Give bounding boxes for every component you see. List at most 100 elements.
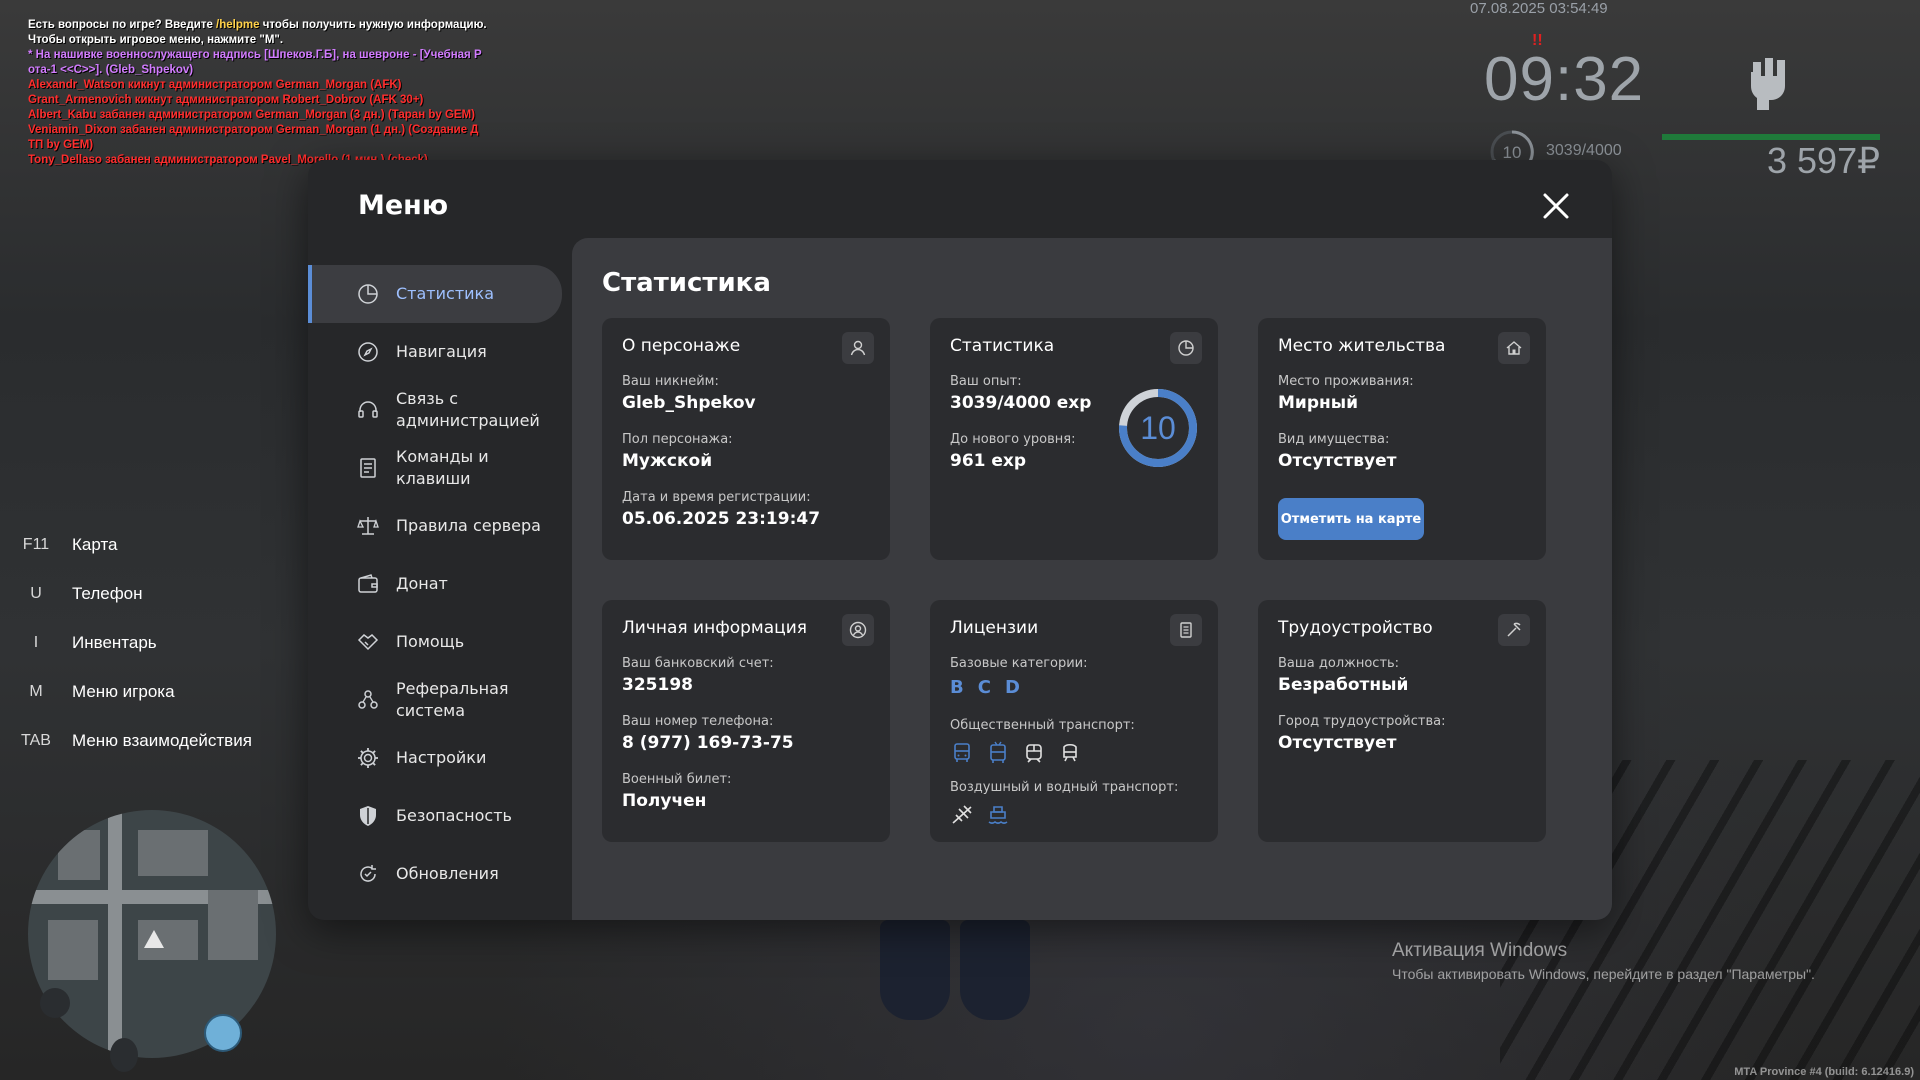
field-value: 3039/4000 exp — [950, 393, 1092, 413]
mark-on-map-button[interactable]: Отметить на карте — [1278, 498, 1424, 540]
hotkey-list: F11 Карта U Телефон I Инвентарь M Меню игрока TA… — [0, 520, 300, 765]
field-value: 05.06.2025 23:19:47 — [622, 509, 821, 529]
field-label: Ваш банковский счет: — [622, 656, 774, 671]
card-residence: Место жительства Место проживания: Мирны… — [1258, 318, 1546, 560]
card-title: Место жительства — [1278, 336, 1446, 356]
nav-item[interactable]: Помощь — [308, 613, 564, 671]
field-military: Военный билет: Получен — [622, 772, 731, 811]
license-icon — [1170, 614, 1202, 646]
hud-exp: 3039/4000 — [1546, 142, 1622, 159]
nav-item[interactable]: Донат — [308, 555, 564, 613]
field-value: 961 exp — [950, 451, 1027, 471]
field-public-transport: Общественный транспорт: — [950, 718, 1135, 765]
card-licenses: Лицензии Базовые категории: BCD Обществе… — [930, 600, 1218, 842]
scales-icon — [357, 517, 379, 535]
person-icon — [842, 332, 874, 364]
nav-label: Донат — [396, 574, 448, 593]
boat-icon — [988, 806, 1008, 824]
card-character: О персонаже Ваш никнейм: Gleb_Shpekov По… — [602, 318, 890, 560]
nav-item[interactable]: Связь с администрацией — [308, 381, 564, 439]
watermark-title: Активация Windows — [1392, 940, 1568, 961]
hotkey-key: TAB — [21, 731, 51, 749]
hud-clock: 09:32 — [1484, 45, 1645, 114]
card-stats: Статистика Ваш опыт: 3039/4000 exp До но… — [930, 318, 1218, 560]
shop-icon — [204, 1014, 242, 1052]
field-label: Место проживания: — [1278, 374, 1414, 389]
field-value: 325198 — [622, 675, 693, 695]
hotkey-key: F11 — [22, 535, 50, 553]
chat-segment: Grant_Armenovich кикнут администратором … — [28, 94, 424, 106]
field-value: Безработный — [1278, 675, 1409, 695]
license-category: C — [977, 677, 991, 698]
field-air-water-transport: Воздушный и водный транспорт: — [950, 780, 1178, 827]
wallet-icon — [358, 574, 378, 593]
nav-label: Обновления — [396, 864, 499, 883]
fuel-station-icon — [40, 988, 70, 1018]
document-icon — [360, 458, 376, 478]
card-employment: Трудоустройство Ваша должность: Безработ… — [1258, 600, 1546, 842]
game-menu: Меню Статистика Навигация Связь с админист… — [308, 160, 1612, 920]
nav-item[interactable]: Обновления — [308, 845, 564, 903]
field-label: Город трудоустройства: — [1278, 714, 1446, 729]
chat-segment: чтобы получить нужную информацию. — [259, 19, 487, 31]
field-work-city: Город трудоустройства: Отсутствует — [1278, 714, 1445, 753]
people-icon — [358, 690, 378, 709]
hud-date: 07.08.2025 03:54:49 — [1470, 0, 1608, 17]
field-label: Дата и время регистрации: — [622, 490, 811, 505]
field-bank: Ваш банковский счет: 325198 — [622, 656, 774, 695]
field-value: 8 (977) 169-73-75 — [622, 733, 794, 753]
nav-label: Помощь — [396, 632, 465, 651]
chat-segment: * На нашивке военнослужащего надпись [Шп… — [28, 49, 482, 61]
card-personal: Личная информация Ваш банковский счет: 3… — [602, 600, 890, 842]
chat-segment: ота-1 <<C>>]. (Gleb_Shpekov) — [28, 64, 194, 76]
field-label: До нового уровня: — [950, 432, 1076, 447]
field-value: Gleb_Shpekov — [622, 393, 756, 413]
hotkey-key: M — [29, 682, 43, 700]
field-residence: Место проживания: Мирный — [1278, 374, 1414, 413]
build-info: MTA Province #4 (build: 6.12416.9) — [1734, 1066, 1914, 1078]
nav-item[interactable]: Правила сервера — [308, 497, 564, 555]
handshake-icon — [357, 634, 379, 651]
field-label: Пол персонажа: — [622, 432, 733, 447]
shield-icon — [360, 806, 376, 826]
hotkey-item: M Меню игрока — [0, 667, 300, 716]
field-label: Базовые категории: — [950, 656, 1088, 671]
card-title: Лицензии — [950, 618, 1039, 638]
nav-label: Настройки — [396, 748, 487, 767]
content-title: Статистика — [602, 268, 771, 298]
hotkey-key: U — [30, 584, 42, 602]
nav-item[interactable]: Команды и клавиши — [308, 439, 564, 497]
chat-segment: Veniamin_Dixon забанен администратором G… — [28, 124, 479, 136]
nav-item[interactable]: Статистика — [308, 265, 562, 323]
nav-label: Навигация — [396, 342, 487, 361]
card-title: Трудоустройство — [1278, 618, 1433, 638]
field-label: Вид имущества: — [1278, 432, 1390, 447]
spray-icon — [110, 1038, 138, 1072]
nav-item[interactable]: Настройки — [308, 729, 564, 787]
airplane-icon — [952, 805, 972, 824]
nav-item[interactable]: Навигация — [308, 323, 564, 381]
field-gender: Пол персонажа: Мужской — [622, 432, 733, 471]
menu-title: Меню — [358, 190, 449, 221]
field-next-level: До нового уровня: 961 exp — [950, 432, 1076, 471]
nav-label: Реферальная система — [396, 679, 509, 720]
card-title: О персонаже — [622, 336, 741, 356]
hammer-icon — [1498, 614, 1530, 646]
field-value: Мирный — [1278, 393, 1359, 413]
field-label: Ваш никнейм: — [622, 374, 719, 389]
nav-item[interactable]: Реферальная система — [308, 671, 564, 729]
metro-icon — [1063, 743, 1077, 762]
close-icon[interactable] — [1540, 190, 1572, 222]
bus-icon — [954, 743, 970, 762]
chat-segment: ТП by GEM) — [28, 139, 94, 151]
field-value: Отсутствует — [1278, 733, 1397, 753]
nav-item[interactable]: Безопасность — [308, 787, 564, 845]
chat-segment: Albert_Kabu забанен администратором Germ… — [28, 109, 475, 121]
license-category: D — [1004, 677, 1020, 698]
stats-content: Статистика О персонаже Ваш никнейм: Gleb… — [572, 238, 1612, 920]
field-registration: Дата и время регистрации: 05.06.2025 23:… — [622, 490, 820, 529]
hotkey-item: TAB Меню взаимодействия — [0, 716, 300, 765]
license-categories: BCD — [950, 677, 1088, 698]
field-nickname: Ваш никнейм: Gleb_Shpekov — [622, 374, 756, 413]
field-label: Ваш опыт: — [950, 374, 1022, 389]
